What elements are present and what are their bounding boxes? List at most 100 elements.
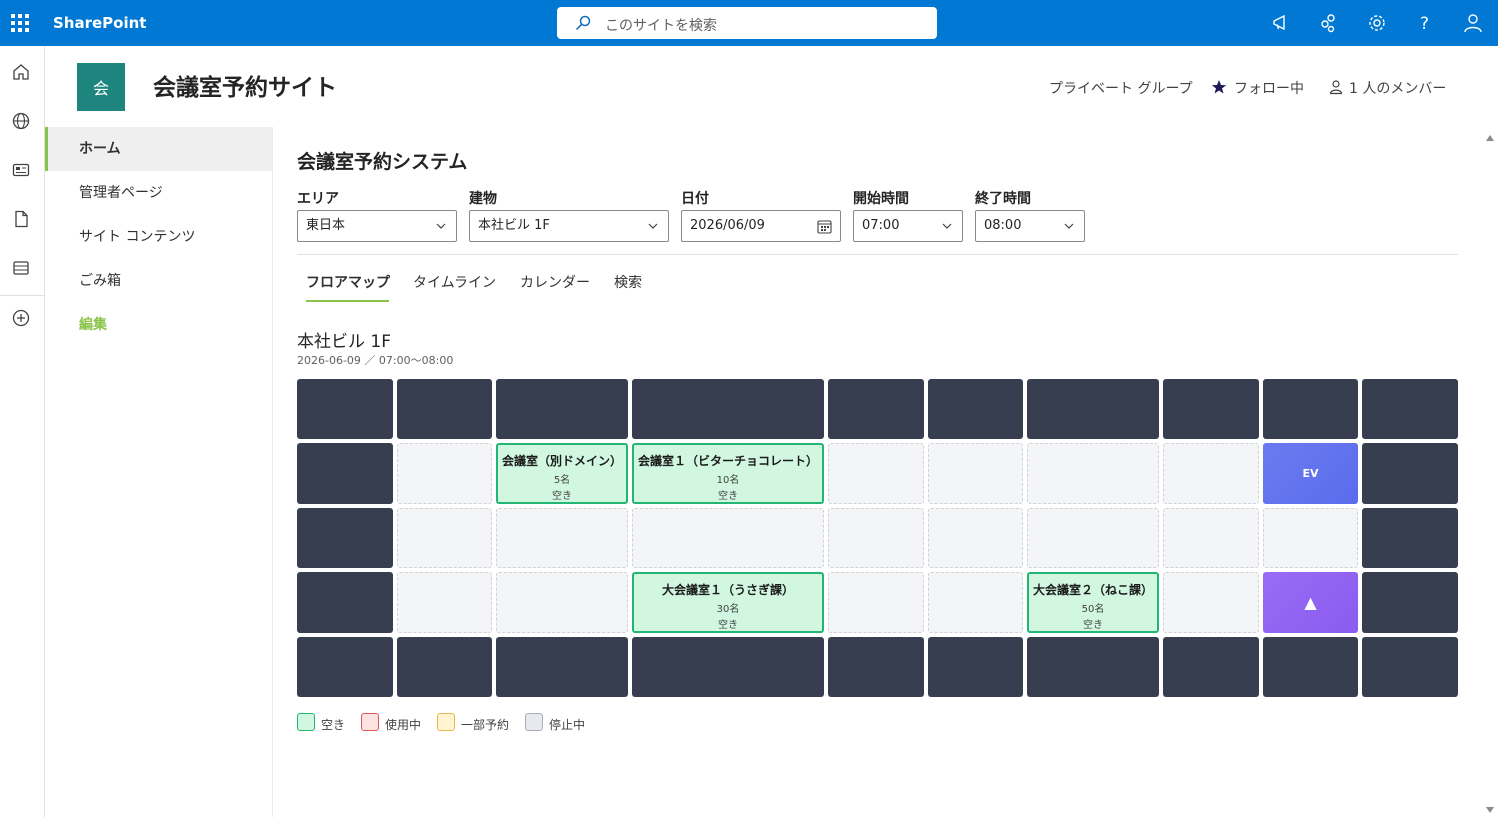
search-box[interactable]: このサイトを検索 [557, 7, 937, 39]
add-icon[interactable] [11, 308, 33, 330]
star-icon[interactable] [1211, 79, 1227, 95]
empty-cell [496, 508, 628, 568]
floor-subtitle: 2026-06-09 ／ 07:00〜08:00 [297, 354, 454, 367]
empty-cell [828, 443, 924, 504]
wall-cell [297, 379, 393, 439]
legend-label-available: 空き [321, 718, 346, 732]
wall-cell [496, 379, 628, 439]
account-icon[interactable] [1462, 12, 1484, 34]
wall-cell [1362, 379, 1458, 439]
scroll-down-icon[interactable] [1486, 807, 1494, 813]
nav-item-home[interactable]: ホーム [45, 127, 272, 171]
start-time-label: 開始時間 [853, 191, 909, 207]
wall-cell [1362, 572, 1458, 633]
stairs-icon: ▲ [1304, 593, 1317, 612]
share-icon[interactable] [1318, 12, 1340, 34]
room-cell[interactable]: 大会議室１（うさぎ課） 30名 空き [632, 572, 824, 633]
room-cell[interactable]: 会議室（別ドメイン） 5名 空き [496, 443, 628, 504]
wall-cell [1362, 508, 1458, 568]
list-icon[interactable] [11, 258, 33, 280]
date-label: 日付 [681, 191, 709, 207]
room-cell[interactable]: 会議室１（ビターチョコレート） 10名 空き [632, 443, 824, 504]
legend-swatch-partial [437, 713, 455, 731]
app-bar [0, 46, 45, 817]
wall-cell [1027, 637, 1159, 697]
room-status: 空き [1083, 620, 1103, 631]
empty-cell [397, 508, 492, 568]
nav-edit-link[interactable]: 編集 [45, 303, 272, 347]
wall-cell [1263, 637, 1358, 697]
follow-button[interactable]: フォロー中 [1234, 78, 1304, 98]
room-name: 大会議室２（ねこ課） [1032, 583, 1153, 597]
area-select[interactable]: 東日本 [297, 210, 457, 242]
file-icon[interactable] [11, 209, 33, 231]
building-select[interactable]: 本社ビル 1F [469, 210, 669, 242]
site-title[interactable]: 会議室予約サイト [153, 68, 337, 102]
wall-cell [397, 379, 492, 439]
scroll-up-icon[interactable] [1486, 135, 1494, 141]
room-name: 大会議室１（うさぎ課） [661, 583, 794, 597]
globe-icon[interactable] [11, 111, 33, 133]
calendar-icon[interactable] [817, 219, 832, 234]
empty-cell [1163, 443, 1259, 504]
home-icon[interactable] [11, 62, 33, 84]
suite-bar: SharePoint このサイトを検索 ? [0, 0, 1498, 46]
wall-cell [496, 637, 628, 697]
help-icon[interactable]: ? [1414, 12, 1436, 34]
tab-floor-map[interactable]: フロアマップ [306, 272, 390, 292]
news-icon[interactable] [11, 160, 33, 182]
nav-item-admin[interactable]: 管理者ページ [45, 171, 272, 215]
date-input[interactable]: 2026/06/09 [681, 210, 841, 242]
legend-swatch-available [297, 713, 315, 731]
search-icon [575, 15, 591, 31]
room-capacity: 10名 [716, 475, 740, 486]
stairs-cell: ▲ [1263, 572, 1358, 633]
floor-title: 本社ビル 1F [297, 332, 391, 352]
building-label: 建物 [469, 191, 497, 207]
wall-cell [297, 572, 393, 633]
tab-search[interactable]: 検索 [614, 272, 642, 292]
legend-label-in-use: 使用中 [385, 718, 422, 732]
room-status: 空き [552, 491, 572, 502]
wall-cell [297, 508, 393, 568]
empty-cell [1027, 508, 1159, 568]
nav-item-recycle-bin[interactable]: ごみ箱 [45, 259, 272, 303]
legend-swatch-stopped [525, 713, 543, 731]
empty-cell [928, 443, 1023, 504]
empty-cell [397, 572, 492, 633]
nav-item-site-contents[interactable]: サイト コンテンツ [45, 215, 272, 259]
area-label: エリア [297, 191, 339, 207]
search-input[interactable]: このサイトを検索 [605, 15, 717, 35]
page-title: 会議室予約システム [297, 151, 468, 173]
empty-cell [928, 572, 1023, 633]
room-name: 会議室（別ドメイン） [501, 454, 622, 468]
tab-timeline[interactable]: タイムライン [413, 272, 496, 292]
megaphone-icon[interactable] [1270, 12, 1292, 34]
room-capacity: 50名 [1081, 604, 1105, 615]
gear-icon[interactable] [1366, 12, 1388, 34]
room-name: 会議室１（ビターチョコレート） [637, 454, 818, 468]
wall-cell [297, 443, 393, 504]
brand-name[interactable]: SharePoint [53, 14, 146, 32]
empty-cell [828, 508, 924, 568]
vertical-scrollbar[interactable] [1482, 127, 1498, 817]
wall-cell [1027, 379, 1159, 439]
room-status: 空き [718, 620, 738, 631]
start-time-select[interactable]: 07:00 [853, 210, 963, 242]
room-cell[interactable]: 大会議室２（ねこ課） 50名 空き [1027, 572, 1159, 633]
chevron-down-icon [436, 223, 446, 229]
members-button[interactable]: 1 人のメンバー [1349, 78, 1446, 98]
tab-calendar[interactable]: カレンダー [520, 272, 590, 292]
site-logo[interactable]: 会 [77, 63, 125, 111]
empty-cell [1163, 508, 1259, 568]
legend-label-stopped: 停止中 [549, 718, 586, 732]
end-time-select[interactable]: 08:00 [975, 210, 1085, 242]
empty-cell [1263, 508, 1358, 568]
rail-separator [0, 295, 44, 296]
empty-cell [397, 443, 492, 504]
app-launcher-icon[interactable] [11, 14, 29, 32]
wall-cell [1362, 443, 1458, 504]
empty-cell [632, 508, 824, 568]
end-time-label: 終了時間 [975, 191, 1031, 207]
wall-cell [632, 379, 824, 439]
